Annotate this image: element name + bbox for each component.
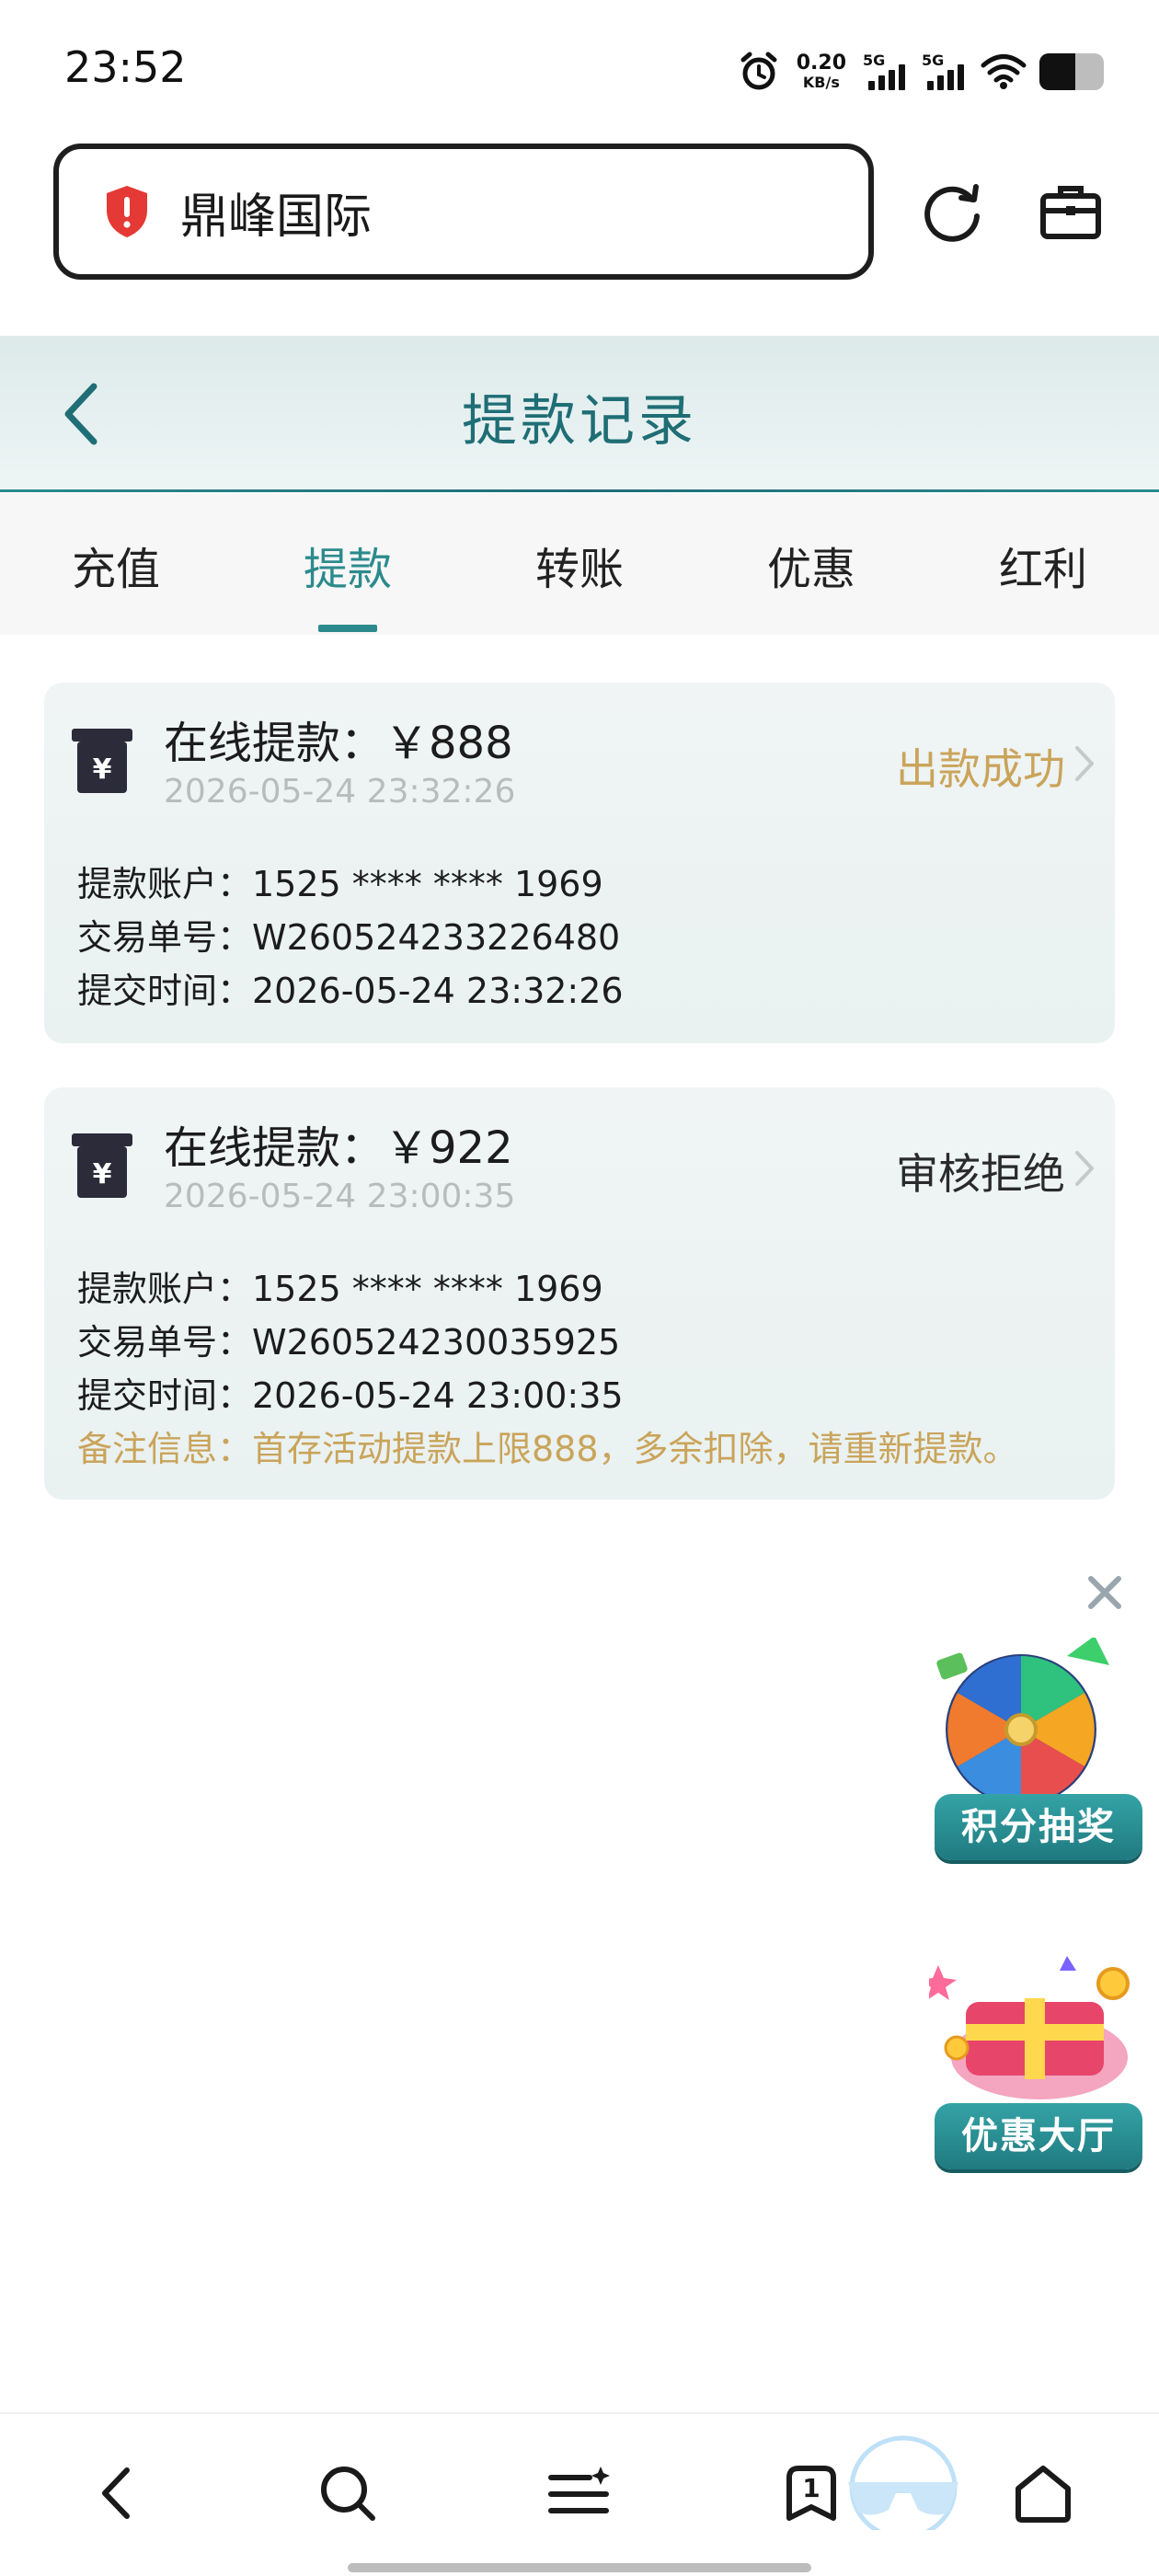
offers-hall-label: 优惠大厅 bbox=[935, 2103, 1142, 2169]
address-bar-title: 鼎峰国际 bbox=[180, 189, 373, 245]
network-speed: 0.20 KB/s bbox=[797, 53, 846, 90]
svg-text:¥: ¥ bbox=[93, 1158, 112, 1190]
browser-bottom-nav: 1 bbox=[0, 2412, 1159, 2576]
tab-promotion[interactable]: 优惠 bbox=[767, 533, 855, 597]
tab-transfer[interactable]: 转账 bbox=[535, 533, 624, 597]
record-date: 2026-05-24 23:00:35 bbox=[164, 1178, 516, 1215]
record-account: 提款账户：1525 **** **** 1969 bbox=[77, 1269, 603, 1309]
header-divider bbox=[0, 489, 1159, 492]
close-icon[interactable] bbox=[1085, 1573, 1124, 1612]
withdrawal-record-card[interactable]: ¥ 在线提款：￥922 2026-05-24 23:00:35 审核拒绝 提款账… bbox=[44, 1087, 1115, 1500]
status-icons: 0.20 KB/s 5G 5G bbox=[738, 44, 1104, 99]
network-speed-value: 0.20 bbox=[796, 52, 846, 75]
signal-sim2-icon: 5G bbox=[922, 52, 968, 92]
record-title: 在线提款：￥888 bbox=[164, 718, 513, 769]
battery-icon bbox=[1039, 53, 1104, 90]
tabs-count: 1 bbox=[802, 2473, 820, 2503]
menu-sparkle-icon bbox=[548, 2467, 610, 2513]
record-tabs: 充值 提款 转账 优惠 红利 bbox=[0, 494, 1159, 635]
signal-sim1-icon: 5G bbox=[863, 52, 909, 92]
page: 23:52 0.20 KB/s 5G 5G 鼎峰国际 提款记录 充值 提款 转账… bbox=[0, 0, 1159, 2576]
home-indicator[interactable] bbox=[348, 2563, 811, 2572]
nav-tabs-button[interactable]: 1 bbox=[775, 2435, 958, 2530]
sunglasses-icon bbox=[848, 2435, 958, 2530]
address-bar[interactable]: 鼎峰国际 bbox=[53, 144, 874, 280]
back-arrow-icon bbox=[102, 2467, 130, 2519]
reload-icon bbox=[924, 184, 980, 242]
reload-button[interactable] bbox=[916, 175, 990, 248]
search-icon bbox=[321, 2467, 375, 2521]
record-submit-time: 提交时间：2026-05-24 23:00:35 bbox=[77, 1375, 624, 1416]
withdrawal-record-card[interactable]: ¥ 在线提款：￥888 2026-05-24 23:32:26 出款成功 提款账… bbox=[44, 683, 1115, 1043]
active-tab-indicator bbox=[318, 625, 377, 632]
nav-back-button[interactable] bbox=[79, 2456, 153, 2530]
record-order-number: 交易单号：W260524233226480 bbox=[77, 917, 621, 958]
alert-shield-icon[interactable] bbox=[103, 184, 151, 239]
status-time: 23:52 bbox=[64, 42, 187, 92]
record-submit-time: 提交时间：2026-05-24 23:32:26 bbox=[77, 971, 624, 1011]
record-date: 2026-05-24 23:32:26 bbox=[164, 773, 516, 811]
svg-text:¥: ¥ bbox=[93, 753, 112, 786]
page-header: 提款记录 bbox=[0, 336, 1159, 492]
record-details: 提款账户：1525 **** **** 1969 交易单号：W260524233… bbox=[77, 857, 624, 1018]
gift-box-icon bbox=[920, 1947, 1146, 2103]
nav-home-button[interactable] bbox=[1006, 2456, 1080, 2530]
page-title: 提款记录 bbox=[462, 389, 697, 454]
withdrawal-icon: ¥ bbox=[72, 1133, 132, 1198]
status-bar: 23:52 0.20 KB/s 5G 5G bbox=[0, 0, 1159, 138]
record-status[interactable]: 审核拒绝 bbox=[896, 1141, 1065, 1202]
prize-wheel-icon bbox=[929, 1636, 1146, 1805]
tab-deposit[interactable]: 充值 bbox=[72, 533, 160, 597]
wifi-icon bbox=[981, 54, 1027, 89]
withdrawal-icon: ¥ bbox=[72, 729, 132, 793]
points-lottery-button[interactable]: 积分抽奖 bbox=[929, 1636, 1146, 1860]
tab-withdraw[interactable]: 提款 bbox=[304, 533, 392, 597]
record-order-number: 交易单号：W260524230035925 bbox=[77, 1322, 621, 1363]
record-details: 提款账户：1525 **** **** 1969 交易单号：W260524230… bbox=[77, 1262, 1018, 1476]
offers-hall-button[interactable]: 优惠大厅 bbox=[920, 1947, 1146, 2169]
alarm-icon bbox=[740, 52, 777, 90]
record-status[interactable]: 出款成功 bbox=[896, 736, 1065, 797]
home-icon bbox=[1016, 2466, 1071, 2523]
points-lottery-label: 积分抽奖 bbox=[935, 1794, 1142, 1860]
nav-menu-button[interactable] bbox=[543, 2456, 616, 2530]
record-account: 提款账户：1525 **** **** 1969 bbox=[77, 864, 603, 904]
tab-bonus[interactable]: 红利 bbox=[999, 533, 1087, 597]
chevron-right-icon[interactable] bbox=[1073, 1148, 1096, 1189]
chevron-right-icon[interactable] bbox=[1073, 743, 1096, 784]
record-note: 备注信息：首存活动提款上限888，多余扣除，请重新提款。 bbox=[77, 1429, 1018, 1469]
network-speed-unit: KB/s bbox=[802, 74, 840, 91]
nav-search-button[interactable] bbox=[311, 2456, 384, 2530]
toolbox-button[interactable] bbox=[1034, 175, 1107, 248]
record-title: 在线提款：￥922 bbox=[164, 1122, 513, 1174]
briefcase-icon bbox=[1040, 186, 1101, 239]
